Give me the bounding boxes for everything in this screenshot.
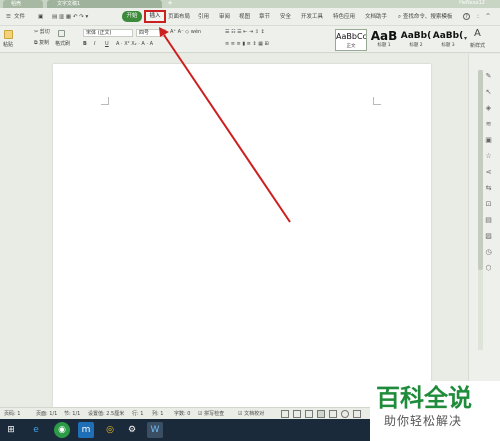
annotation-arrow [159,27,291,223]
annotation-arrow-line [163,34,291,223]
